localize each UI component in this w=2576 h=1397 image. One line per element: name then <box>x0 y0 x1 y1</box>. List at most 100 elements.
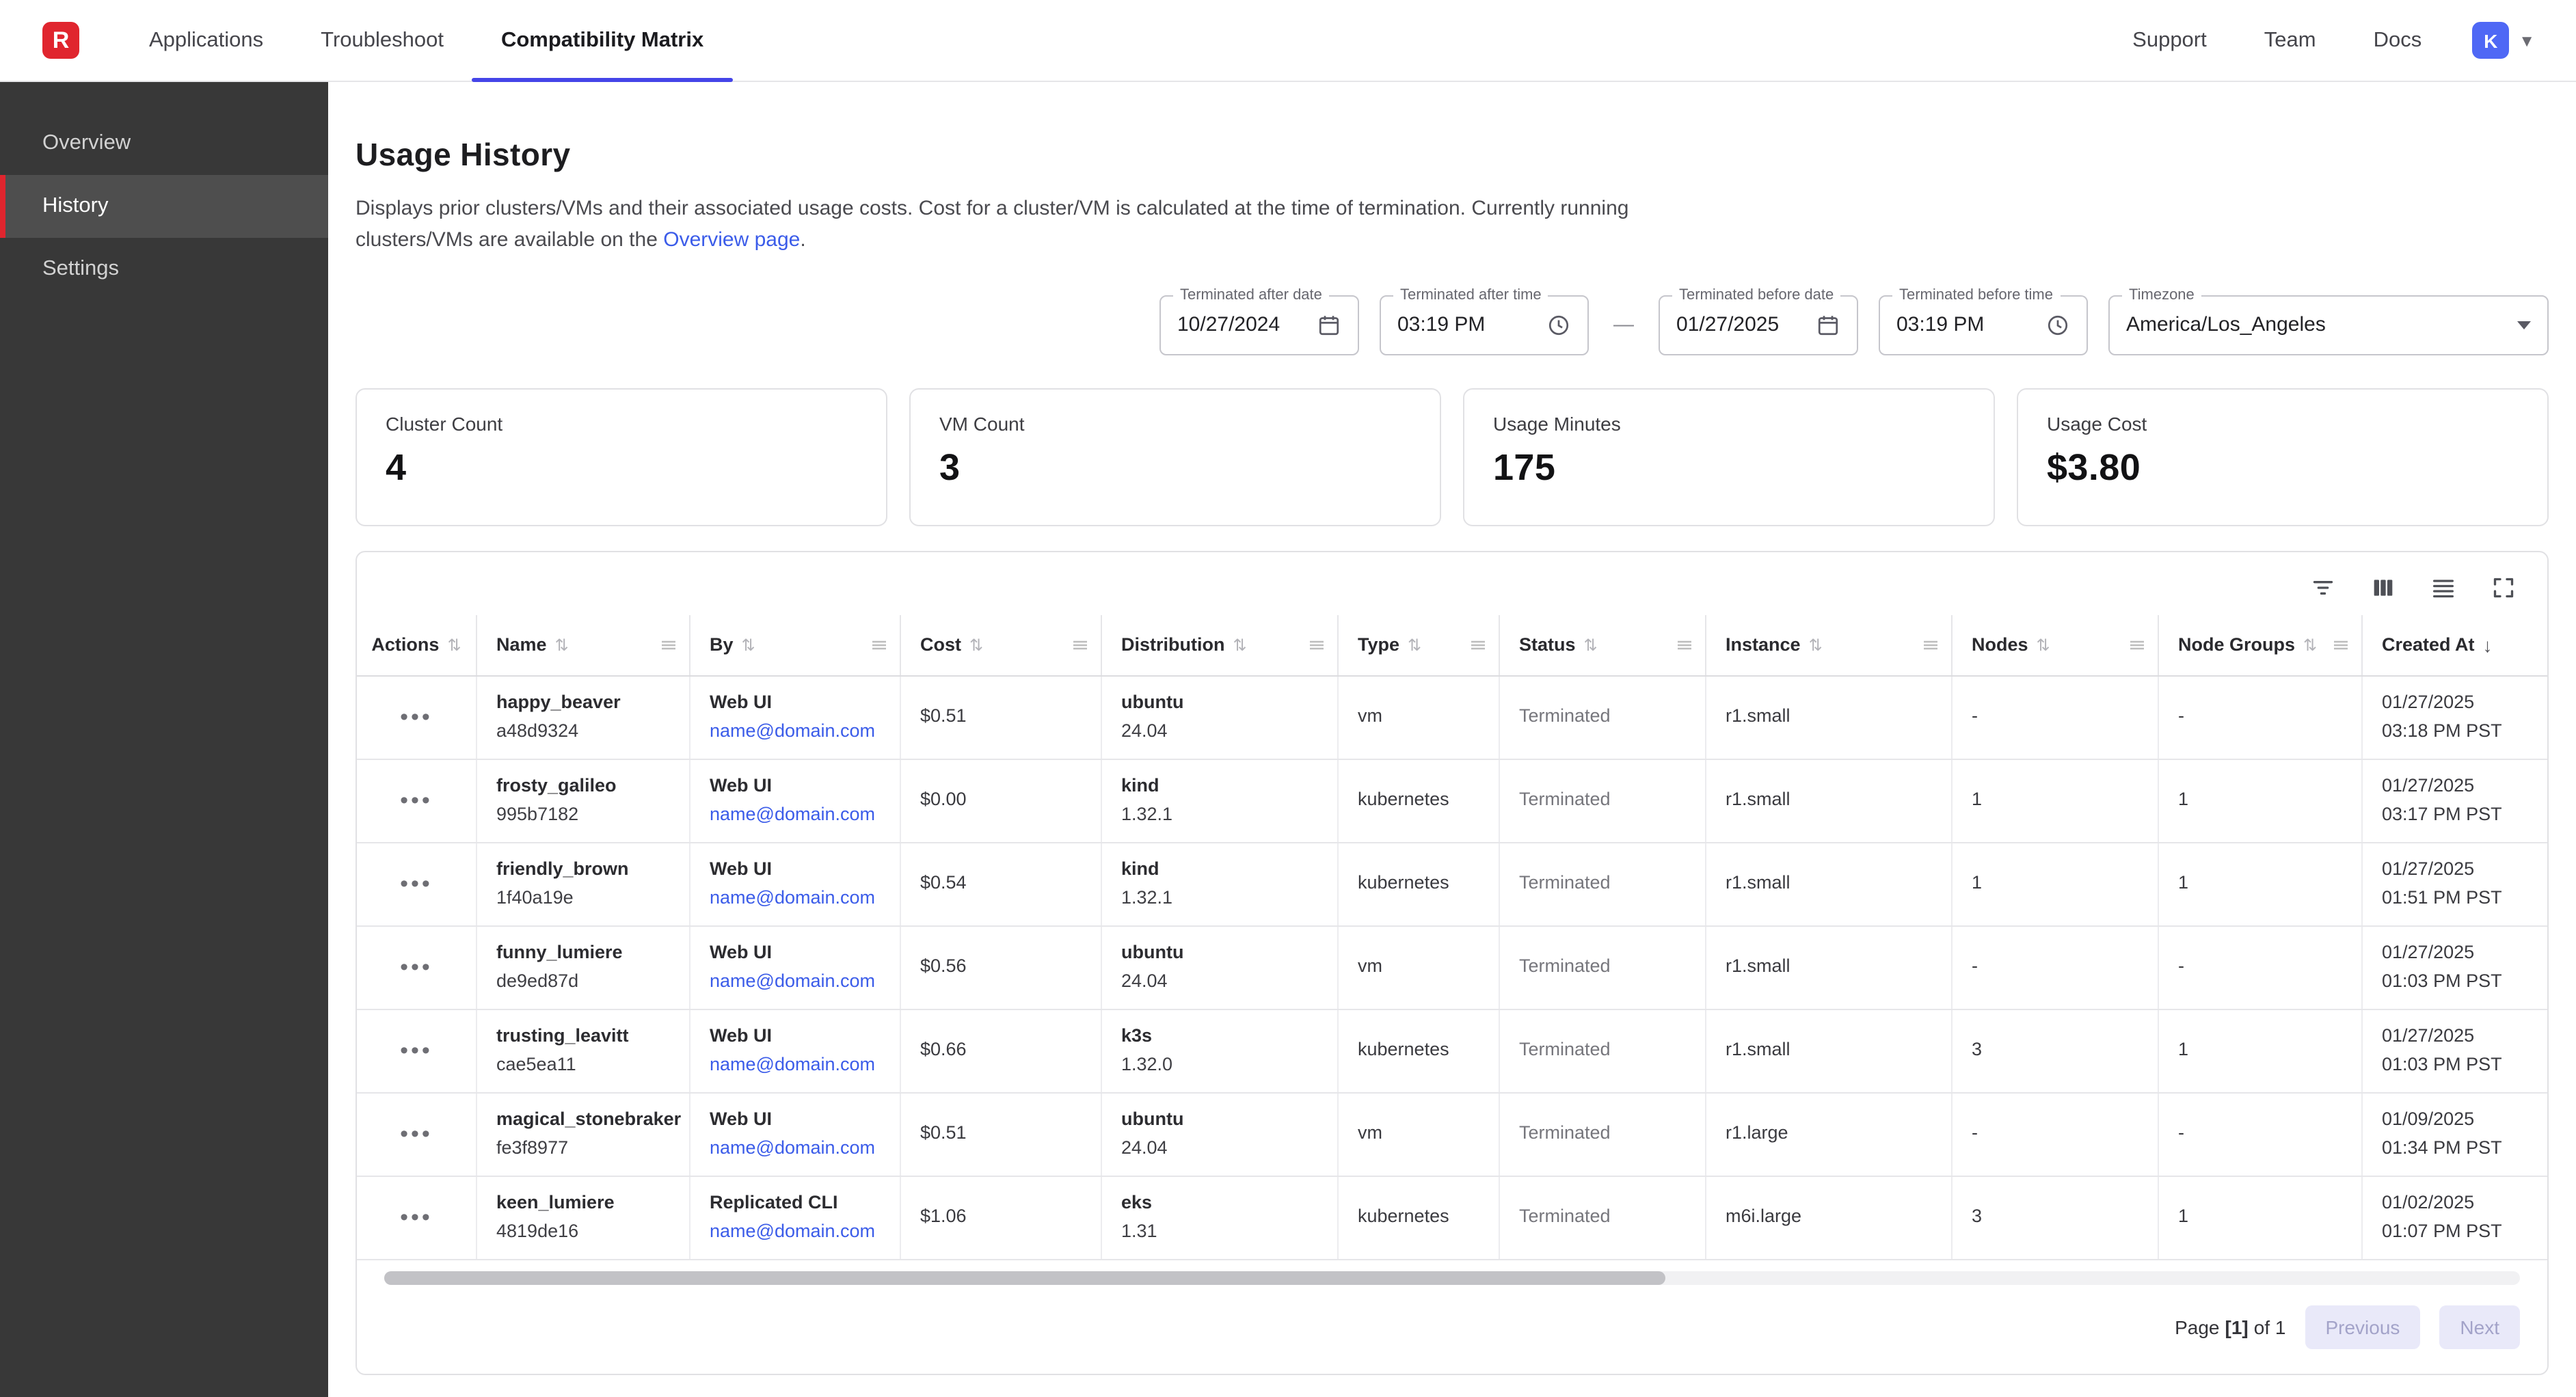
table-row[interactable]: ••• keen_lumiere 4819de16 Replicated CLI… <box>357 1176 2547 1260</box>
sort-icon[interactable]: ⇅ <box>1584 635 1598 654</box>
column-header-created-at[interactable]: Created At↓ <box>2363 614 2547 675</box>
nav-support[interactable]: Support <box>2104 0 2236 81</box>
table-row[interactable]: ••• trusting_leavitt cae5ea11 Web UI nam… <box>357 1009 2547 1093</box>
column-menu-icon[interactable] <box>1309 636 1325 653</box>
sidebar-item-overview[interactable]: Overview <box>0 112 328 175</box>
sort-icon[interactable]: ⇅ <box>2303 635 2317 654</box>
column-menu-icon[interactable] <box>871 636 887 653</box>
table-row[interactable]: ••• frosty_galileo 995b7182 Web UI name@… <box>357 759 2547 843</box>
avatar[interactable]: K <box>2472 22 2509 59</box>
table-row[interactable]: ••• magical_stonebraker fe3f8977 Web UI … <box>357 1093 2547 1176</box>
column-header-status[interactable]: Status⇅ <box>1500 614 1706 675</box>
row-actions-button[interactable]: ••• <box>400 1200 433 1235</box>
distribution-version: 1.32.1 <box>1121 884 1318 912</box>
column-header-actions[interactable]: Actions⇅ <box>357 614 477 675</box>
email-link[interactable]: name@domain.com <box>710 1134 881 1162</box>
dropdown-arrow-icon[interactable] <box>2517 321 2531 329</box>
column-menu-icon[interactable] <box>1922 636 1939 653</box>
sort-icon[interactable]: ⇅ <box>2037 635 2050 654</box>
sort-icon[interactable]: ⇅ <box>742 635 755 654</box>
column-menu-icon[interactable] <box>1072 636 1088 653</box>
row-actions-button[interactable]: ••• <box>400 1033 433 1068</box>
email-link[interactable]: name@domain.com <box>710 1217 881 1245</box>
email-link[interactable]: name@domain.com <box>710 884 881 912</box>
column-menu-icon[interactable] <box>1676 636 1693 653</box>
nav-team[interactable]: Team <box>2236 0 2345 81</box>
previous-button[interactable]: Previous <box>2305 1305 2420 1348</box>
column-menu-icon[interactable] <box>2333 636 2349 653</box>
row-actions-button[interactable]: ••• <box>400 950 433 985</box>
horizontal-scrollbar[interactable] <box>384 1271 2520 1284</box>
sort-icon[interactable]: ⇅ <box>969 635 983 654</box>
sidebar-item-history[interactable]: History <box>0 175 328 238</box>
table-scroll-area[interactable]: Actions⇅ Name⇅ By⇅ Cost⇅ <box>357 614 2547 1260</box>
terminated-before-date-field[interactable]: Terminated before date 01/27/2025 <box>1659 295 1858 355</box>
column-header-node-groups[interactable]: Node Groups⇅ <box>2159 614 2363 675</box>
field-label: Terminated before time <box>1892 286 2060 303</box>
timezone-select[interactable]: Timezone America/Los_Angeles <box>2108 295 2549 355</box>
terminated-after-time-field[interactable]: Terminated after time 03:19 PM <box>1380 295 1589 355</box>
clock-icon[interactable] <box>1546 312 1571 337</box>
calendar-icon[interactable] <box>1317 312 1341 337</box>
row-actions-button[interactable]: ••• <box>400 700 433 735</box>
column-menu-icon[interactable] <box>1470 636 1486 653</box>
columns-icon[interactable] <box>2370 573 2397 601</box>
node-groups-cell: - <box>2159 676 2363 758</box>
created-date: 01/27/2025 <box>2382 690 2547 718</box>
density-icon[interactable] <box>2430 573 2457 601</box>
column-menu-icon[interactable] <box>2129 636 2145 653</box>
column-header-nodes[interactable]: Nodes⇅ <box>1953 614 2159 675</box>
column-header-distribution[interactable]: Distribution⇅ <box>1102 614 1339 675</box>
email-link[interactable]: name@domain.com <box>710 1050 881 1079</box>
table-row[interactable]: ••• happy_beaver a48d9324 Web UI name@do… <box>357 676 2547 759</box>
scrollbar-thumb[interactable] <box>384 1271 1665 1284</box>
row-actions-button[interactable]: ••• <box>400 783 433 818</box>
table-row[interactable]: ••• friendly_brown 1f40a19e Web UI name@… <box>357 843 2547 926</box>
instance-cell: r1.small <box>1706 676 1953 758</box>
overview-page-link[interactable]: Overview page <box>663 229 800 252</box>
column-label: Instance <box>1726 634 1801 655</box>
column-label: Type <box>1358 634 1399 655</box>
table-row[interactable]: ••• funny_lumiere de9ed87d Web UI name@d… <box>357 926 2547 1009</box>
sort-icon[interactable]: ⇅ <box>1233 635 1247 654</box>
sort-icon[interactable]: ⇅ <box>1809 635 1823 654</box>
created-by-source: Web UI <box>710 690 881 718</box>
sort-icon[interactable]: ⇅ <box>555 635 569 654</box>
nav-docs[interactable]: Docs <box>2345 0 2451 81</box>
nav-compatibility-matrix[interactable]: Compatibility Matrix <box>472 0 732 81</box>
column-header-type[interactable]: Type ⇅ <box>1339 614 1500 675</box>
actions-cell: ••• <box>357 759 477 841</box>
nav-applications[interactable]: Applications <box>120 0 292 81</box>
replicated-logo[interactable]: R <box>42 22 79 59</box>
date-range-separator: — <box>1613 313 1634 336</box>
email-link[interactable]: name@domain.com <box>710 800 881 828</box>
chevron-down-icon[interactable]: ▼ <box>2519 31 2535 50</box>
row-actions-button[interactable]: ••• <box>400 867 433 901</box>
column-header-by[interactable]: By⇅ <box>690 614 901 675</box>
sort-desc-icon[interactable]: ↓ <box>2483 634 2493 655</box>
field-value: 01/27/2025 <box>1676 313 1779 336</box>
sidebar-item-settings[interactable]: Settings <box>0 238 328 301</box>
name-cell: keen_lumiere 4819de16 <box>477 1176 690 1258</box>
clock-icon[interactable] <box>2045 312 2070 337</box>
email-link[interactable]: name@domain.com <box>710 717 881 745</box>
column-menu-icon[interactable] <box>660 636 677 653</box>
column-header-cost[interactable]: Cost⇅ <box>901 614 1102 675</box>
next-button[interactable]: Next <box>2439 1305 2520 1348</box>
terminated-before-time-field[interactable]: Terminated before time 03:19 PM <box>1879 295 2088 355</box>
filter-icon[interactable] <box>2309 573 2337 601</box>
stat-card-usage-cost: Usage Cost $3.80 <box>2017 388 2549 526</box>
terminated-after-date-field[interactable]: Terminated after date 10/27/2024 <box>1159 295 1359 355</box>
nav-troubleshoot[interactable]: Troubleshoot <box>292 0 472 81</box>
calendar-icon[interactable] <box>1816 312 1840 337</box>
column-header-instance[interactable]: Instance ⇅ <box>1706 614 1953 675</box>
fullscreen-icon[interactable] <box>2490 573 2517 601</box>
instance-cell: r1.small <box>1706 926 1953 1008</box>
nodes-cell: - <box>1953 1093 2159 1175</box>
sort-icon[interactable]: ⇅ <box>447 635 461 654</box>
email-link[interactable]: name@domain.com <box>710 967 881 995</box>
sort-icon[interactable]: ⇅ <box>1408 635 1421 654</box>
created-date: 01/09/2025 <box>2382 1107 2547 1135</box>
row-actions-button[interactable]: ••• <box>400 1117 433 1152</box>
column-header-name[interactable]: Name⇅ <box>477 614 690 675</box>
